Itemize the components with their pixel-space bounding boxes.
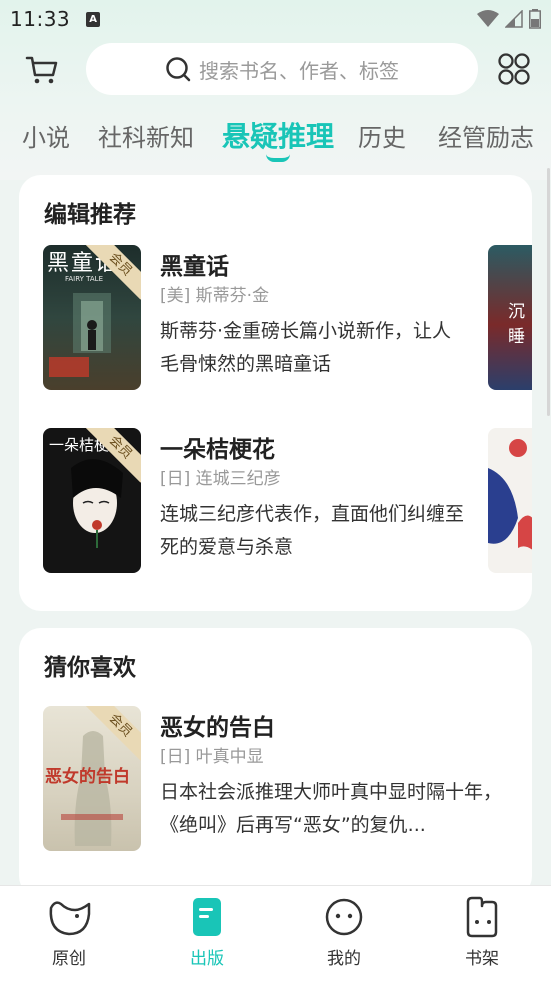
cover-title: 恶女的告白 <box>45 767 130 787</box>
nav-label: 我的 <box>327 949 361 969</box>
cover-subtitle: FAIRY TALE <box>65 275 103 283</box>
cart-button[interactable] <box>24 52 60 88</box>
status-icons <box>477 9 541 29</box>
tab-novel[interactable]: 小说 <box>22 118 70 153</box>
scrollbar[interactable] <box>547 168 550 416</box>
tab-mystery[interactable]: 悬疑推理 <box>222 115 334 155</box>
book-cover[interactable]: 一朵桔梗花 会员 <box>43 428 141 573</box>
battery-icon <box>529 9 541 29</box>
nav-label: 出版 <box>190 949 224 969</box>
nav-label: 原创 <box>52 949 86 969</box>
next-book-cover[interactable] <box>488 428 532 573</box>
tab-social-science[interactable]: 社科新知 <box>98 118 194 153</box>
nav-label: 书架 <box>465 949 499 969</box>
nav-profile[interactable]: 我的 <box>299 896 389 976</box>
book-description: 日本社会派推理大师叶真中显时隔十年，《绝叫》后再写“恶女”的复仇... <box>160 781 503 836</box>
search-placeholder: 搜索书名、作者、标签 <box>199 58 399 83</box>
section-title: 猜你喜欢 <box>44 655 136 681</box>
nav-original[interactable]: 原创 <box>24 896 114 976</box>
book-author: [日] 连城三纪彦 <box>160 469 281 489</box>
grid-icon <box>498 53 530 85</box>
signal-icon <box>505 10 523 28</box>
wifi-icon <box>477 10 499 27</box>
book-author: [日] 叶真中显 <box>160 747 264 767</box>
search-bar[interactable]: 搜索书名、作者、标签 <box>86 43 478 95</box>
cover-text: 沉睡 <box>508 302 525 347</box>
category-tabs: 小说 社科新知 悬疑推理 历史 经管励志 <box>0 110 551 162</box>
book-description: 连城三纪彦代表作，直面他们纠缠至死的爱意与杀意 <box>160 503 465 558</box>
book-title[interactable]: 一朵桔梗花 <box>160 430 275 464</box>
nav-publish[interactable]: 出版 <box>162 896 252 976</box>
apps-button[interactable] <box>497 52 533 88</box>
book-icon <box>193 898 221 936</box>
tab-history[interactable]: 历史 <box>358 118 406 153</box>
book-cover[interactable]: 恶女的告白 会员 <box>43 706 141 851</box>
book-cover[interactable]: 黑童话 FAIRY TALE 会员 <box>43 245 141 390</box>
cart-icon <box>25 56 58 84</box>
face-icon <box>325 898 363 936</box>
bottom-navigation: 原创 出版 我的 书架 <box>0 885 551 981</box>
bookshelf-icon <box>466 896 498 938</box>
book-item[interactable]: 黑童话 FAIRY TALE 会员 黑童话 [美] 斯蒂芬·金 斯蒂芬·金重磅长… <box>43 245 532 393</box>
notification-icon: A <box>86 11 101 27</box>
status-bar: 11:33 A <box>0 0 551 38</box>
book-item[interactable]: 一朵桔梗花 会员 一朵桔梗花 [日] 连城三纪彦 连城三纪彦代表作，直面他们纠缠… <box>43 428 532 576</box>
book-description: 斯蒂芬·金重磅长篇小说新作，让人毛骨悚然的黑暗童话 <box>160 320 452 375</box>
book-title[interactable]: 黑童话 <box>160 247 229 281</box>
editor-picks-card: 编辑推荐 黑童话 FAIRY TALE 会员 黑童话 [美] 斯蒂芬·金 斯蒂芬… <box>19 175 532 611</box>
book-author: [美] 斯蒂芬·金 <box>160 286 270 306</box>
nav-bookshelf[interactable]: 书架 <box>437 896 527 976</box>
tab-business[interactable]: 经管励志 <box>438 118 534 153</box>
book-item[interactable]: 恶女的告白 会员 恶女的告白 [日] 叶真中显 日本社会派推理大师叶真中显时隔十… <box>43 706 532 854</box>
recommendations-card: 猜你喜欢 恶女的告白 会员 恶女的告白 [日] 叶真中显 日本社会派推理大师叶真… <box>19 628 532 898</box>
next-book-cover[interactable]: 沉睡 <box>488 245 532 390</box>
section-title: 编辑推荐 <box>44 202 136 228</box>
status-time: 11:33 <box>10 7 71 31</box>
bird-icon <box>49 901 91 936</box>
search-icon <box>166 57 191 82</box>
book-title[interactable]: 恶女的告白 <box>160 708 275 742</box>
